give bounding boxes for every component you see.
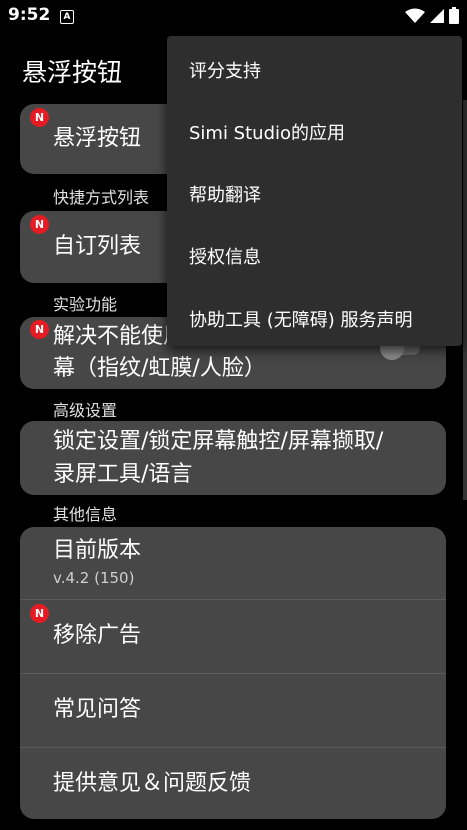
feedback-item[interactable]: 提供意见＆问题反馈 bbox=[20, 748, 446, 819]
menu-item-rate[interactable]: 评分支持 bbox=[189, 57, 261, 83]
advanced-label-line2: 录屏工具/语言 bbox=[53, 462, 193, 487]
section-shortcut-list: 快捷方式列表 bbox=[53, 188, 150, 207]
faq-item[interactable]: 常见问答 bbox=[20, 674, 446, 746]
new-badge: N bbox=[30, 604, 49, 623]
advanced-settings-card[interactable]: 锁定设置/锁定屏幕触控/屏幕撷取/ 录屏工具/语言 bbox=[20, 421, 446, 495]
section-advanced: 高级设置 bbox=[53, 401, 118, 420]
info-list-card: 目前版本 v.4.2 (150) 移除广告 常见问答 提供意见＆问题反馈 bbox=[20, 527, 446, 819]
feedback-label: 提供意见＆问题反馈 bbox=[53, 771, 252, 796]
experimental-label-line2: 幕（指纹/虹膜/人脸） bbox=[53, 356, 266, 381]
menu-item-license[interactable]: 授权信息 bbox=[189, 243, 261, 269]
menu-item-simi-apps[interactable]: Simi Studio的应用 bbox=[189, 119, 345, 145]
remove-ads-label: 移除广告 bbox=[53, 623, 142, 648]
remove-ads-item[interactable]: 移除广告 bbox=[20, 600, 446, 672]
overflow-menu: 评分支持 Simi Studio的应用 帮助翻译 授权信息 协助工具 (无障碍)… bbox=[167, 36, 462, 346]
faq-label: 常见问答 bbox=[53, 697, 142, 722]
battery-icon bbox=[449, 7, 459, 24]
section-other-info: 其他信息 bbox=[53, 505, 118, 524]
custom-list-label: 自订列表 bbox=[53, 234, 142, 259]
new-badge: N bbox=[30, 320, 49, 339]
status-time: 9:52 bbox=[8, 5, 51, 25]
version-item[interactable]: 目前版本 v.4.2 (150) bbox=[20, 527, 446, 599]
version-value: v.4.2 (150) bbox=[53, 569, 135, 587]
status-bar: 9:52 A bbox=[0, 0, 467, 34]
version-title: 目前版本 bbox=[53, 538, 142, 563]
signal-icon bbox=[430, 8, 444, 23]
app-title: 悬浮按钮 bbox=[22, 58, 123, 87]
menu-item-translate[interactable]: 帮助翻译 bbox=[189, 181, 261, 207]
notification-a-icon: A bbox=[60, 10, 74, 24]
floating-button-label: 悬浮按钮 bbox=[53, 126, 142, 151]
wifi-icon bbox=[405, 8, 425, 23]
new-badge: N bbox=[30, 215, 49, 234]
section-experimental: 实验功能 bbox=[53, 295, 118, 314]
edge-strip bbox=[463, 100, 467, 500]
menu-item-accessibility[interactable]: 协助工具 (无障碍) 服务声明 bbox=[189, 306, 413, 332]
advanced-label-line1: 锁定设置/锁定屏幕触控/屏幕撷取/ bbox=[53, 429, 384, 454]
new-badge: N bbox=[30, 108, 49, 127]
system-icons bbox=[405, 7, 459, 24]
